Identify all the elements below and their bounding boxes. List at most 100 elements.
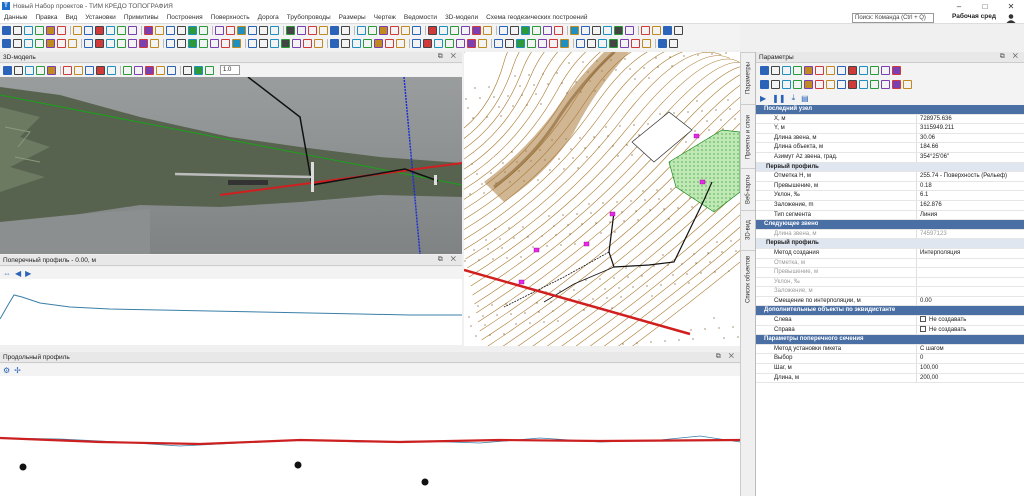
tool-button-icon[interactable] [188, 39, 197, 48]
plan-view-canvas[interactable] [464, 52, 740, 346]
tool-button-icon[interactable] [439, 26, 448, 35]
tool-button-icon[interactable] [139, 39, 148, 48]
tool-button-icon[interactable] [57, 39, 66, 48]
tool-button-icon[interactable] [259, 39, 268, 48]
menu-item[interactable]: Размеры [335, 14, 370, 21]
next-picket-icon[interactable]: ▶ [25, 269, 31, 278]
tool-button-icon[interactable] [527, 39, 536, 48]
tool-button-icon[interactable] [505, 39, 514, 48]
tool-button-icon[interactable] [13, 26, 22, 35]
tool-button-icon[interactable] [510, 26, 519, 35]
tool-button-icon[interactable] [848, 65, 857, 75]
tool-button-icon[interactable] [314, 39, 323, 48]
tool-button-icon[interactable] [804, 79, 813, 89]
tool-button-icon[interactable] [14, 65, 23, 75]
params-value[interactable]: 354°25'06" [916, 152, 1024, 162]
tool-button-icon[interactable] [221, 39, 230, 48]
tool-button-icon[interactable] [494, 39, 503, 48]
tool-button-icon[interactable] [199, 39, 208, 48]
tool-button-icon[interactable] [478, 39, 487, 48]
tool-button-icon[interactable] [95, 26, 104, 35]
menu-item[interactable]: Правка [31, 14, 61, 21]
tool-button-icon[interactable] [166, 26, 175, 35]
tool-button-icon[interactable] [385, 39, 394, 48]
tool-button-icon[interactable] [177, 26, 186, 35]
tool-button-icon[interactable] [24, 26, 33, 35]
params-value[interactable]: 100,00 [916, 364, 1024, 373]
minimize-icon[interactable]: – [946, 2, 972, 11]
tool-button-icon[interactable] [319, 26, 328, 35]
tool-button-icon[interactable] [85, 65, 94, 75]
tool-button-icon[interactable] [237, 26, 246, 35]
tool-button-icon[interactable] [150, 39, 159, 48]
params-value[interactable]: 162.876 [916, 200, 1024, 210]
prev-picket-icon[interactable]: ◀ [15, 269, 21, 278]
tool-button-icon[interactable] [521, 26, 530, 35]
model3d-viewport[interactable] [0, 77, 462, 254]
tool-button-icon[interactable] [259, 26, 268, 35]
tool-button-icon[interactable] [401, 26, 410, 35]
tool-button-icon[interactable] [892, 65, 901, 75]
params-value[interactable]: 74597123 [916, 229, 1024, 239]
tool-button-icon[interactable] [549, 39, 558, 48]
params-value[interactable]: С шагом [916, 344, 1024, 354]
tool-button-icon[interactable] [84, 26, 93, 35]
tool-button-icon[interactable] [456, 39, 465, 48]
menu-item[interactable]: 3D-модели [441, 14, 482, 21]
menu-item[interactable]: Вид [61, 14, 81, 21]
tool-button-icon[interactable] [609, 39, 618, 48]
tool-button-icon[interactable] [434, 39, 443, 48]
tool-button-icon[interactable] [826, 79, 835, 89]
tool-button-icon[interactable] [859, 65, 868, 75]
user-account-icon[interactable] [1004, 13, 1018, 23]
tool-button-icon[interactable] [368, 26, 377, 35]
vertical-tab[interactable]: Параметры [741, 52, 756, 104]
tool-button-icon[interactable] [292, 39, 301, 48]
tool-button-icon[interactable] [123, 65, 132, 75]
tool-button-icon[interactable] [581, 26, 590, 35]
tool-button-icon[interactable] [652, 26, 661, 35]
tool-button-icon[interactable] [57, 26, 66, 35]
vertical-tab[interactable]: Проекты и слои [741, 104, 756, 168]
tool-button-icon[interactable] [297, 26, 306, 35]
params-value[interactable]: 728975.636 [916, 114, 1024, 124]
tool-button-icon[interactable] [205, 65, 214, 75]
menu-item[interactable]: Дорога [254, 14, 283, 21]
fit-view-icon[interactable]: ⇔ [3, 269, 11, 278]
tool-button-icon[interactable] [614, 26, 623, 35]
checkbox[interactable] [920, 316, 926, 323]
profile-settings-icon[interactable]: ⚙ [3, 366, 10, 375]
table-icon[interactable]: ▤ [801, 94, 809, 103]
tool-button-icon[interactable] [554, 26, 563, 35]
panel-pin-close-icon[interactable]: ⧉ ✕ [438, 256, 459, 264]
tool-button-icon[interactable] [3, 65, 12, 75]
tool-button-icon[interactable] [782, 65, 791, 75]
tool-button-icon[interactable] [128, 39, 137, 48]
tool-button-icon[interactable] [47, 65, 56, 75]
tool-button-icon[interactable] [445, 39, 454, 48]
long-profile-canvas[interactable] [0, 376, 740, 496]
tool-button-icon[interactable] [166, 39, 175, 48]
params-value[interactable]: 3115949.211 [916, 124, 1024, 133]
zoom-input[interactable]: 1.0 [220, 65, 241, 75]
tool-button-icon[interactable] [669, 39, 678, 48]
tool-button-icon[interactable] [341, 39, 350, 48]
tool-button-icon[interactable] [631, 39, 640, 48]
tool-button-icon[interactable] [270, 39, 279, 48]
params-value[interactable]: 0.18 [916, 181, 1024, 191]
panel-pin-close-icon[interactable]: ⧉ ✕ [716, 353, 737, 361]
profile-axes-icon[interactable]: ✢ [14, 366, 21, 375]
tool-button-icon[interactable] [641, 26, 650, 35]
tool-button-icon[interactable] [188, 26, 197, 35]
tool-button-icon[interactable] [396, 39, 405, 48]
tool-button-icon[interactable] [804, 65, 813, 75]
menu-item[interactable]: Установки [81, 14, 120, 21]
tool-button-icon[interactable] [620, 39, 629, 48]
tool-button-icon[interactable] [532, 26, 541, 35]
tool-button-icon[interactable] [341, 26, 350, 35]
tool-button-icon[interactable] [760, 65, 769, 75]
tool-button-icon[interactable] [248, 26, 257, 35]
params-value[interactable]: Не создавать [916, 316, 1024, 325]
tool-button-icon[interactable] [63, 65, 72, 75]
params-value[interactable] [916, 277, 1024, 287]
